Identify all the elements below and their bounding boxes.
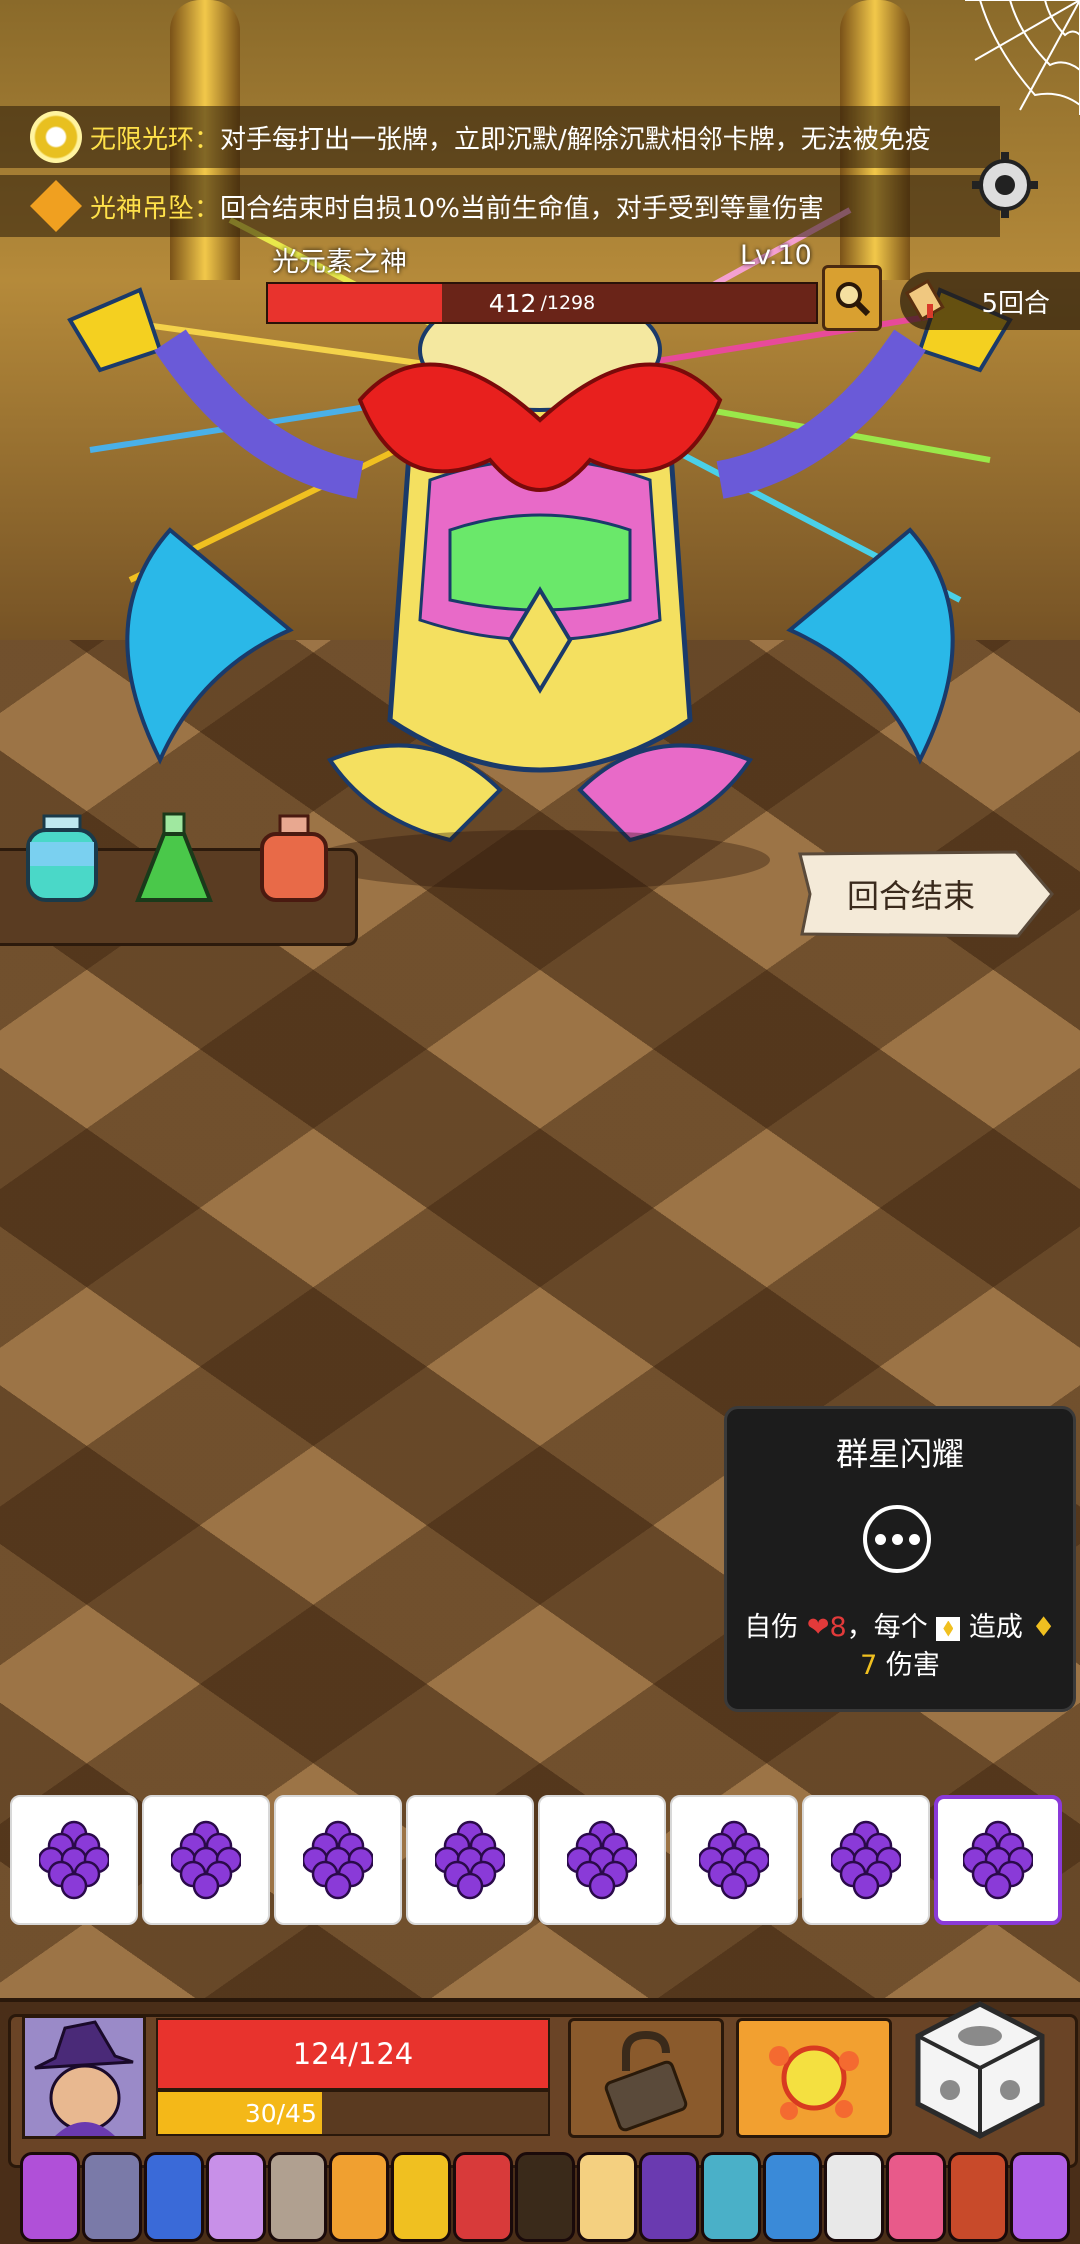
relic-icon[interactable] [700, 2152, 761, 2242]
relic-icon[interactable] [391, 2152, 452, 2242]
player-energy-bar: 30/45 [156, 2090, 550, 2136]
halo-icon [30, 111, 82, 163]
buff-name: 无限光环： [90, 124, 221, 155]
padlock-icon [604, 2030, 688, 2132]
boss-hp-text: 412 /1298 [268, 284, 816, 322]
game-scene: 无限光环： 对手每打出一张牌，立即沉默/解除沉默相邻卡牌，无法被免疫 光神吊坠：… [0, 0, 1080, 2244]
damage-value: 7 [860, 1650, 878, 1681]
player-avatar[interactable] [22, 2015, 146, 2139]
end-turn-button[interactable]: 回合结束 [796, 848, 1056, 940]
buff-infinite-aura[interactable]: 无限光环： 对手每打出一张牌，立即沉默/解除沉默相邻卡牌，无法被免疫 [0, 106, 1000, 168]
desc-text: 自伤 [744, 1612, 799, 1643]
relic-bar [20, 2152, 1070, 2242]
player-hp-text: 124/124 [292, 2037, 414, 2071]
die[interactable] [802, 1795, 930, 1925]
wizard-portrait-icon [25, 2018, 143, 2136]
grape-icon [963, 1820, 1033, 1900]
buff-description: 回合结束时自损10%当前生命值，对手受到等量伤害 [220, 193, 824, 224]
grape-icon [435, 1820, 505, 1900]
die[interactable] [406, 1795, 534, 1925]
boss-hp-current: 412 [488, 288, 537, 318]
boss-hp-bar: 412 /1298 [266, 282, 818, 324]
desc-text: ，每个 [846, 1612, 928, 1643]
boss-name: 光元素之神 [272, 247, 407, 278]
relic-icon[interactable] [948, 2152, 1008, 2242]
relic-icon[interactable] [824, 2152, 885, 2242]
dice-row [10, 1795, 1070, 1927]
relic-icon[interactable] [20, 2152, 80, 2242]
die[interactable] [934, 1795, 1062, 1925]
desc-text: 伤害 [885, 1650, 940, 1681]
relic-icon[interactable] [267, 2152, 328, 2242]
grape-icon [831, 1820, 901, 1900]
spider-web-icon [965, 0, 1080, 115]
scroll-icon [905, 279, 945, 322]
desc-text: 造成 [968, 1612, 1023, 1643]
die[interactable] [142, 1795, 270, 1925]
inspect-button[interactable] [822, 265, 882, 331]
grape-icon [39, 1820, 109, 1900]
relic-icon[interactable] [638, 2152, 699, 2242]
diamond-die-icon [936, 1616, 961, 1641]
boss-hp-max: /1298 [540, 292, 596, 314]
card-description: 自伤 ❤8，每个 造成 ♦ 7 伤害 [727, 1609, 1073, 1685]
lock-button[interactable] [568, 2018, 724, 2138]
die[interactable] [274, 1795, 402, 1925]
die[interactable] [670, 1795, 798, 1925]
diamond-icon: ♦ [1031, 1612, 1056, 1643]
explosion-icon [769, 2045, 859, 2120]
relic-icon[interactable] [1010, 2152, 1070, 2242]
die[interactable] [10, 1795, 138, 1925]
die[interactable] [538, 1795, 666, 1925]
relic-icon[interactable] [576, 2152, 637, 2242]
grape-icon [567, 1820, 637, 1900]
grape-icon [171, 1820, 241, 1900]
relic-icon[interactable] [453, 2152, 513, 2242]
boss-level: Lv.10 [740, 240, 812, 271]
relic-icon[interactable] [886, 2152, 947, 2242]
roll-dice-button[interactable] [910, 2000, 1050, 2140]
buff-light-god-pendant[interactable]: 光神吊坠： 回合结束时自损10%当前生命值，对手受到等量伤害 [0, 175, 1000, 237]
green-potion-icon[interactable] [132, 812, 216, 912]
player-hp-bar: 124/124 [156, 2018, 550, 2090]
grape-icon [303, 1820, 373, 1900]
pendant-icon [30, 180, 82, 232]
more-icon [863, 1505, 931, 1573]
broken-heart-icon: ❤ [806, 1612, 830, 1643]
blue-potion-icon[interactable] [20, 812, 104, 912]
end-turn-label: 回合结束 [846, 877, 975, 915]
buff-description: 对手每打出一张牌，立即沉默/解除沉默相邻卡牌，无法被免疫 [220, 124, 931, 155]
grape-icon [699, 1820, 769, 1900]
card-title: 群星闪耀 [835, 1435, 964, 1473]
relic-icon[interactable] [81, 2152, 142, 2242]
self-damage-value: 8 [829, 1612, 847, 1643]
relic-icon[interactable] [515, 2152, 575, 2242]
relic-icon[interactable] [205, 2152, 266, 2242]
player-energy-text: 30/45 [244, 2098, 317, 2128]
magnifier-icon [836, 282, 871, 317]
relic-icon[interactable] [143, 2152, 204, 2242]
relic-icon[interactable] [329, 2152, 390, 2242]
red-potion-icon[interactable] [252, 812, 336, 912]
relic-icon[interactable] [762, 2152, 823, 2242]
round-label: 5回合 [981, 288, 1050, 319]
gear-icon[interactable] [970, 150, 1040, 220]
buff-name: 光神吊坠： [90, 193, 221, 224]
fire-skill-button[interactable] [736, 2018, 892, 2138]
card-tooltip: 群星闪耀 自伤 ❤8，每个 造成 ♦ 7 伤害 [724, 1406, 1076, 1712]
